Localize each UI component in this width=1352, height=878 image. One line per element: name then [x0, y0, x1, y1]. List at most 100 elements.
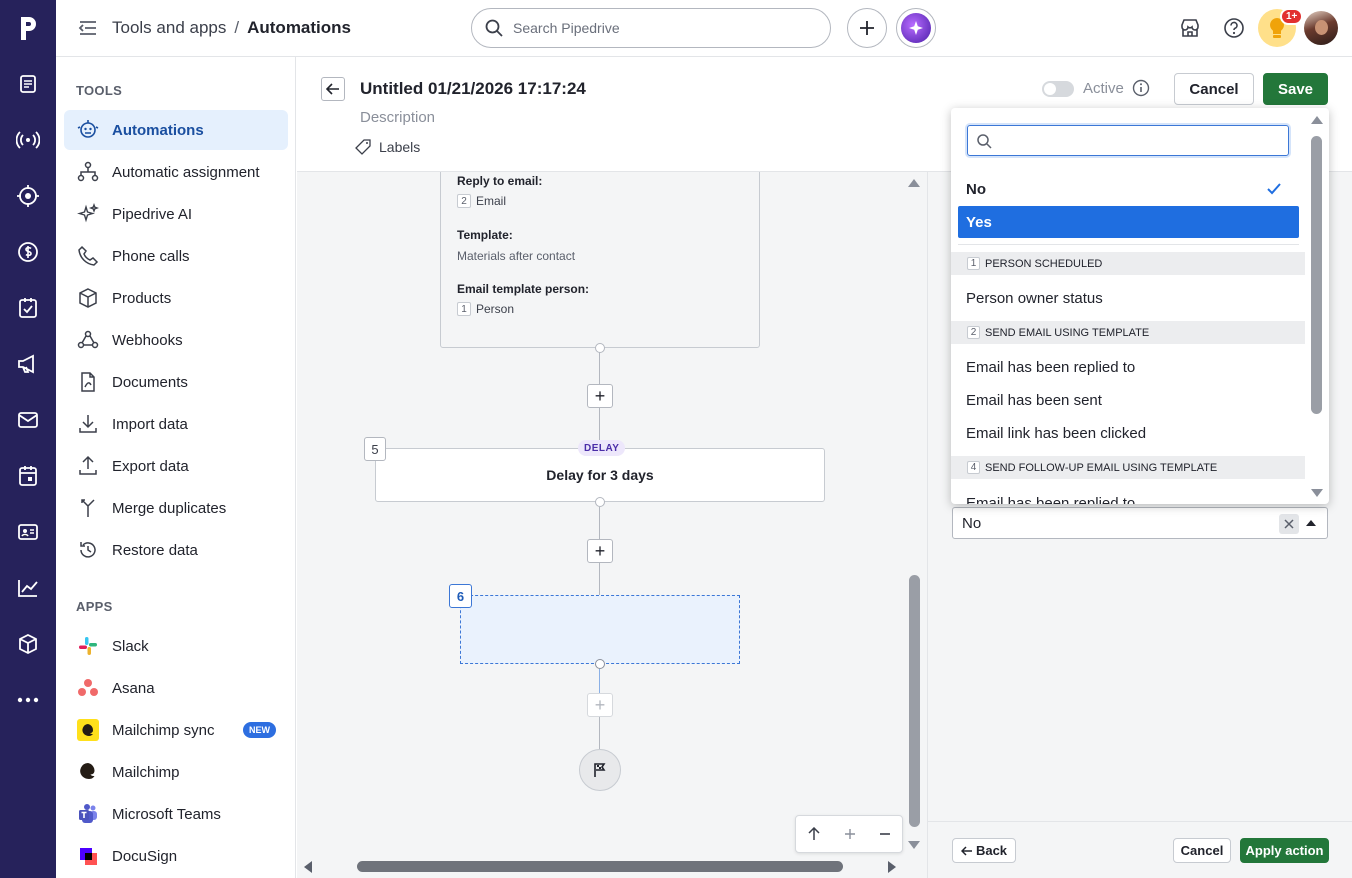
dropdown-scroll-up-icon[interactable]: [1310, 115, 1324, 125]
add-step-button[interactable]: +: [587, 384, 613, 408]
save-button[interactable]: Save: [1263, 73, 1328, 105]
sparkle-icon: [76, 202, 100, 226]
more-dots-icon[interactable]: [0, 678, 56, 722]
arrow-up-icon[interactable]: [807, 827, 821, 841]
automation-canvas[interactable]: Reply to email: 2 Email Template: Materi…: [297, 172, 927, 878]
target-icon[interactable]: [0, 174, 56, 218]
activities-icon[interactable]: [0, 286, 56, 330]
sidebar-item-export-data[interactable]: Export data: [64, 446, 288, 486]
connector-line: [599, 669, 600, 693]
pipedrive-logo[interactable]: [0, 6, 56, 50]
leads-icon[interactable]: [0, 62, 56, 106]
panel-cancel-button[interactable]: Cancel: [1173, 838, 1231, 863]
option-yes[interactable]: Yes: [958, 206, 1299, 238]
add-step-button[interactable]: +: [587, 539, 613, 563]
sidebar-item-label: Import data: [112, 415, 188, 433]
sidebar-item-phone-calls[interactable]: Phone calls: [64, 236, 288, 276]
sidebar-item-docusign[interactable]: DocuSign: [64, 836, 288, 876]
send-email-step-card[interactable]: Reply to email: 2 Email Template: Materi…: [440, 172, 760, 348]
sidebar-item-products[interactable]: Products: [64, 278, 288, 318]
connector-dot: [595, 659, 605, 669]
breadcrumb-parent[interactable]: Tools and apps: [112, 18, 226, 38]
insights-chart-icon[interactable]: [0, 566, 56, 610]
campaigns-megaphone-icon[interactable]: [0, 342, 56, 386]
user-avatar[interactable]: [1304, 11, 1338, 45]
clear-icon[interactable]: [1279, 514, 1299, 534]
sidebar-item-microsoft-teams[interactable]: Microsoft Teams: [64, 794, 288, 834]
menu-collapse-icon[interactable]: [78, 18, 98, 38]
active-toggle[interactable]: [1042, 81, 1074, 97]
products-box-icon[interactable]: [0, 622, 56, 666]
option-label: Email has been sent: [966, 391, 1102, 409]
sidebar-item-automatic-assignment[interactable]: Automatic assignment: [64, 152, 288, 192]
delay-step-card[interactable]: Delay for 3 days: [375, 448, 825, 502]
cancel-button[interactable]: Cancel: [1174, 73, 1254, 105]
ai-sparkle-icon: [901, 13, 931, 43]
quick-add-button[interactable]: [847, 8, 887, 48]
sidebar-item-mailchimp[interactable]: Mailchimp: [64, 752, 288, 792]
sidebar-item-slack[interactable]: Slack: [64, 626, 288, 666]
sidebar-item-label: Pipedrive AI: [112, 205, 193, 223]
sidebar-item-pipedrive-ai[interactable]: Pipedrive AI: [64, 194, 288, 234]
option-no[interactable]: No: [951, 174, 1305, 204]
new-step-placeholder[interactable]: [460, 595, 740, 664]
value-select[interactable]: No: [952, 507, 1328, 539]
broadcast-icon[interactable]: [0, 118, 56, 162]
option-label: Email has been replied to: [966, 358, 1136, 376]
scroll-right-arrow-icon[interactable]: [887, 860, 897, 874]
option-item[interactable]: Person owner status: [951, 283, 1305, 313]
deals-dollar-icon[interactable]: [0, 230, 56, 274]
labels-button[interactable]: Labels: [355, 139, 420, 155]
tools-heading: TOOLS: [76, 83, 123, 98]
value-dropdown: No Yes 1 PERSON SCHEDULED Person owner s…: [951, 108, 1329, 504]
sidebar-item-webhooks[interactable]: Webhooks: [64, 320, 288, 360]
sidebar-item-documents[interactable]: Documents: [64, 362, 288, 402]
sidebar-item-mailchimp-sync[interactable]: Mailchimp sync NEW: [64, 710, 288, 750]
sidebar-item-merge-duplicates[interactable]: Merge duplicates: [64, 488, 288, 528]
teams-icon: [76, 802, 100, 826]
option-item[interactable]: Email has been replied to: [951, 352, 1305, 382]
sidebar-item-restore-data[interactable]: Restore data: [64, 530, 288, 570]
option-label: Yes: [966, 213, 992, 231]
zoom-out-icon[interactable]: [879, 828, 891, 840]
option-item[interactable]: Email link has been clicked: [951, 418, 1305, 448]
automation-title[interactable]: Untitled 01/21/2026 17:17:24: [360, 79, 586, 99]
horizontal-scrollbar-thumb[interactable]: [357, 861, 843, 872]
mail-icon[interactable]: [0, 398, 56, 442]
sidebar-item-asana[interactable]: Asana: [64, 668, 288, 708]
help-icon[interactable]: [1223, 17, 1245, 39]
group-label: PERSON SCHEDULED: [985, 257, 1103, 270]
merge-icon: [76, 496, 100, 520]
template-label: Template:: [457, 228, 513, 242]
sidebar-item-automations[interactable]: Automations: [64, 110, 288, 150]
breadcrumb-current: Automations: [247, 18, 351, 37]
option-item[interactable]: Email has been replied to: [951, 488, 1305, 505]
template-person-value: Person: [476, 302, 515, 316]
ai-assistant-button[interactable]: [896, 8, 936, 48]
marketplace-icon[interactable]: [1179, 17, 1201, 39]
apply-action-button[interactable]: Apply action: [1240, 838, 1329, 863]
back-label: Back: [975, 843, 1008, 858]
scroll-up-arrow-icon[interactable]: [907, 178, 921, 188]
global-search[interactable]: Search Pipedrive: [471, 8, 831, 48]
scroll-down-arrow-icon[interactable]: [907, 840, 921, 850]
sidebar-item-import-data[interactable]: Import data: [64, 404, 288, 444]
option-item[interactable]: Email has been sent: [951, 385, 1305, 415]
add-step-button-disabled[interactable]: +: [587, 693, 613, 717]
scroll-left-arrow-icon[interactable]: [303, 860, 313, 874]
calendar-icon[interactable]: [0, 454, 56, 498]
caret-up-icon[interactable]: [1305, 519, 1317, 527]
info-icon[interactable]: [1132, 79, 1150, 97]
description-field[interactable]: Description: [360, 109, 435, 126]
group-label: SEND EMAIL USING TEMPLATE: [985, 326, 1150, 339]
dropdown-scrollbar-thumb[interactable]: [1311, 136, 1322, 414]
dropdown-scroll-down-icon[interactable]: [1310, 488, 1324, 498]
restore-icon: [76, 538, 100, 562]
contacts-icon[interactable]: [0, 510, 56, 554]
back-button[interactable]: Back: [952, 838, 1016, 863]
back-arrow-button[interactable]: [321, 77, 345, 101]
zoom-controls: [795, 815, 903, 853]
zoom-in-icon[interactable]: [844, 828, 856, 840]
dropdown-search-input[interactable]: [967, 125, 1289, 156]
vertical-scrollbar-thumb[interactable]: [909, 575, 920, 827]
